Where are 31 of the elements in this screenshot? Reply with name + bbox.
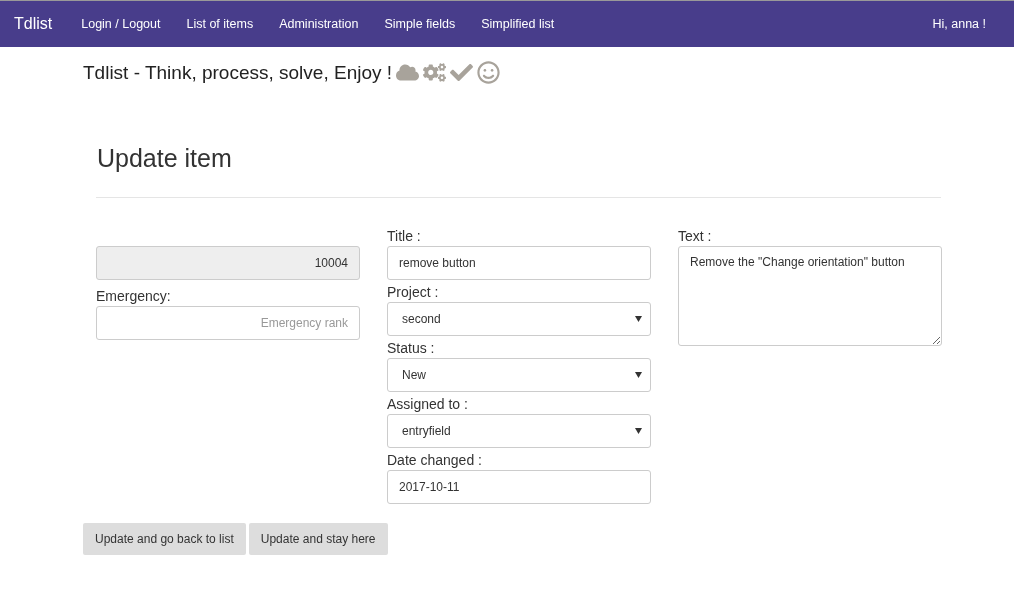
input-field[interactable]: 2017-10-11: [387, 470, 651, 504]
caret-icon: [635, 372, 642, 378]
checkmark-icon: [450, 61, 474, 84]
input-field[interactable]: remove button: [387, 246, 651, 280]
field-label: Date changed :: [387, 452, 483, 468]
select-field[interactable]: second: [387, 302, 651, 336]
field-label: Project :: [387, 284, 440, 300]
field-label: Assigned to :: [387, 396, 469, 412]
nav-link[interactable]: Login / Logout: [68, 17, 174, 31]
user-greeting-link[interactable]: Hi, anna !: [932, 17, 1000, 31]
nav-link[interactable]: Simple fields: [371, 17, 469, 31]
tagline: Tdlist - Think, process, solve, Enjoy !: [83, 61, 393, 84]
field-label: Text :: [678, 228, 713, 244]
field-label: Emergency:: [96, 288, 172, 304]
caret-icon: [635, 316, 642, 322]
nav-link[interactable]: Simplified list: [468, 17, 568, 31]
select-field[interactable]: New: [387, 358, 651, 392]
text-area[interactable]: Remove the "Change orientation" button: [678, 246, 942, 346]
brand-link[interactable]: Tdlist: [14, 15, 53, 33]
submit-button[interactable]: Update and stay here: [248, 523, 388, 555]
field-label: Status :: [387, 340, 436, 356]
nav-link[interactable]: Administration: [266, 17, 372, 31]
field-label: Title :: [387, 228, 422, 244]
select-field[interactable]: entryfield: [387, 414, 651, 448]
emergency-field[interactable]: Emergency rank: [96, 306, 360, 340]
nav-link[interactable]: List of items: [173, 17, 267, 31]
page-title: Update item: [97, 144, 233, 173]
submit-button[interactable]: Update and go back to list: [83, 523, 246, 555]
gears-icon: [423, 61, 447, 84]
caret-icon: [635, 428, 642, 434]
smiley-icon: [477, 61, 501, 84]
